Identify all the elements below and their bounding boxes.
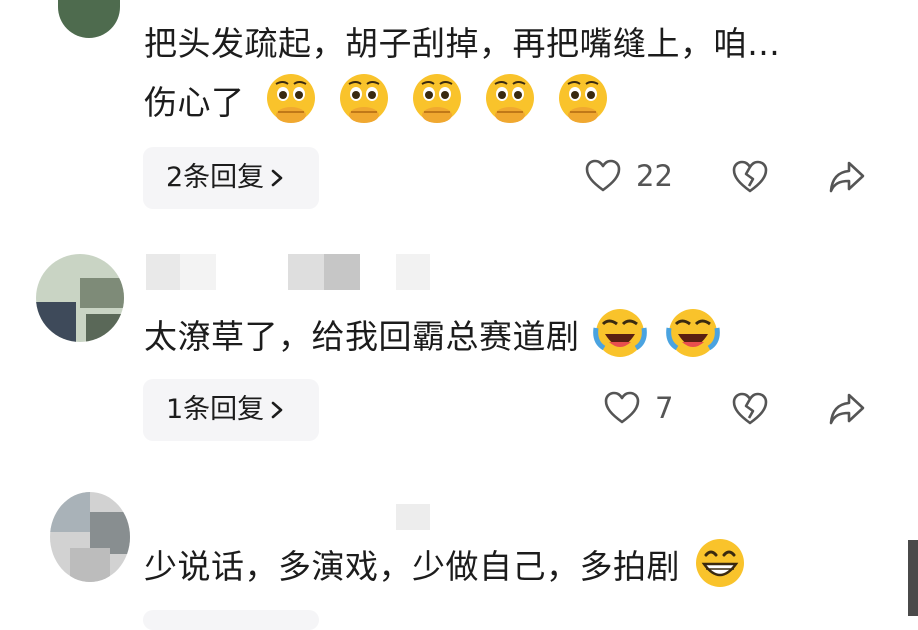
comment-text-line2: 伤心了: [144, 72, 610, 133]
holding-back-tears-emoji-icon: [412, 74, 461, 123]
like-count: 22: [636, 159, 673, 193]
chevron-right-icon: [271, 401, 283, 419]
like-count: 7: [655, 391, 674, 425]
comment-1: 把头发疏起，胡子刮掉，再把嘴缝上，咱… 伤心了 2条回复 22: [0, 0, 918, 215]
comment-3: 少说话，多演戏，少做自己，多拍剧: [0, 480, 918, 630]
dislike-button[interactable]: [731, 158, 769, 196]
share-button[interactable]: [827, 391, 867, 427]
avatar[interactable]: [50, 492, 130, 582]
dislike-button[interactable]: [731, 390, 769, 428]
comment-text-line1: 把头发疏起，胡子刮掉，再把嘴缝上，咱…: [144, 24, 781, 63]
holding-back-tears-emoji-icon: [339, 74, 388, 123]
comment-text: 太潦草了，给我回霸总赛道剧: [144, 317, 580, 356]
heart-icon: [585, 159, 621, 192]
broken-heart-icon: [732, 160, 768, 193]
holding-back-tears-emoji-icon: [266, 74, 315, 123]
holding-back-tears-emoji-icon: [485, 74, 534, 123]
share-button[interactable]: [827, 159, 867, 195]
heart-icon: [604, 391, 640, 424]
grinning-emoji-icon: [696, 539, 744, 587]
avatar[interactable]: [36, 254, 124, 342]
comment-text: 伤心了: [144, 83, 245, 122]
rolling-laughing-emoji-icon: [592, 309, 647, 357]
view-replies-button[interactable]: 2条回复: [143, 147, 319, 209]
comment-text: 少说话，多演戏，少做自己，多拍剧: [144, 547, 680, 586]
replies-label: 2条回复: [166, 162, 265, 193]
share-arrow-icon: [829, 161, 865, 193]
avatar[interactable]: [58, 0, 120, 38]
comment-text-row: 太潦草了，给我回霸总赛道剧: [144, 306, 720, 367]
rolling-laughing-emoji-icon: [665, 309, 720, 357]
like-button[interactable]: 7: [603, 390, 673, 426]
view-replies-button[interactable]: 1条回复: [143, 379, 319, 441]
broken-heart-icon: [732, 392, 768, 425]
chevron-right-icon: [271, 169, 283, 187]
emoji-group: [591, 309, 720, 357]
share-arrow-icon: [829, 393, 865, 425]
like-button[interactable]: 22: [584, 158, 673, 194]
comment-2: 太潦草了，给我回霸总赛道剧 1条回复 7: [0, 240, 918, 455]
scrollbar[interactable]: [908, 540, 918, 616]
username-mosaic: [396, 504, 430, 530]
holding-back-tears-emoji-icon: [558, 74, 607, 123]
replies-label: 1条回复: [166, 394, 265, 425]
comment-text-row: 少说话，多演戏，少做自己，多拍剧: [144, 536, 747, 597]
emoji-group: [256, 74, 610, 123]
view-replies-button[interactable]: [143, 610, 319, 630]
